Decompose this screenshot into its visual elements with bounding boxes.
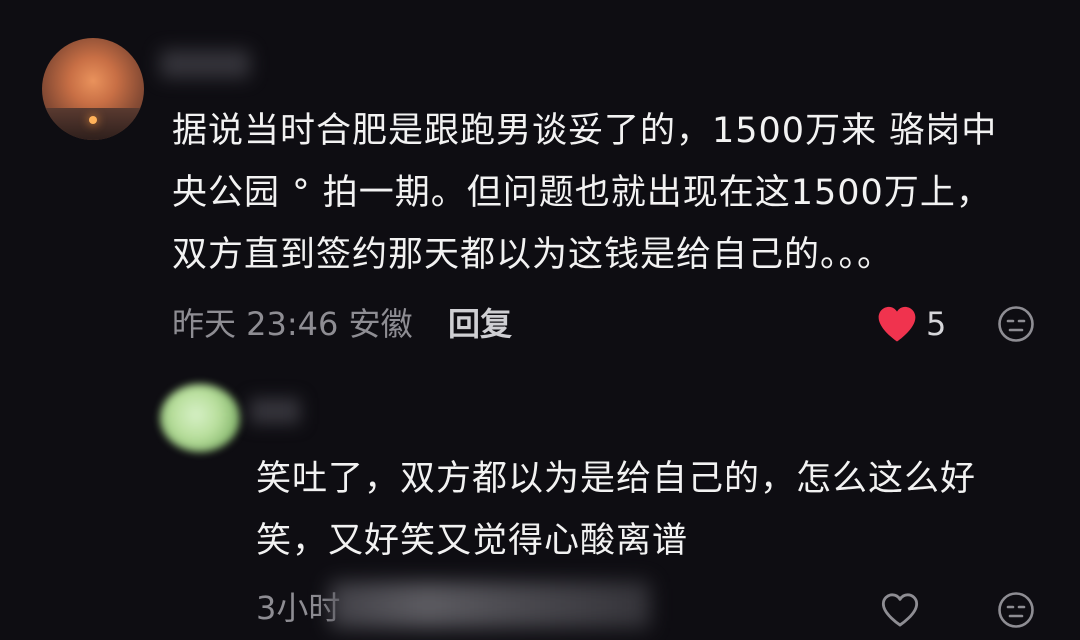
avatar[interactable] [160,384,240,452]
username-blurred[interactable] [160,50,250,78]
username-blurred[interactable] [250,398,300,424]
meta-blurred [330,582,650,628]
comment-text: 据说当时合肥是跟跑男谈妥了的，1500万来 骆岗中 央公园 ° 拍一期。但问题也… [172,111,998,275]
comment-list: 据说当时合肥是跟跑男谈妥了的，1500万来 骆岗中 央公园 ° 拍一期。但问题也… [0,0,1080,640]
comment-meta: 昨天 23:46 安徽 [172,305,413,343]
comment-text: 笑吐了，双方都以为是给自己的，怎么这么好 笑，又好笑又觉得心酸离谱 [256,459,977,561]
avatar-sun [89,116,97,124]
reply-button[interactable]: 回复 [448,304,512,344]
heart-icon[interactable] [876,304,918,344]
dislike-face-icon[interactable] [996,590,1036,630]
heart-outline-icon[interactable] [880,590,920,630]
avatar-horizon [42,108,144,140]
like-count: 5 [926,305,947,343]
dislike-face-icon[interactable] [996,304,1036,344]
avatar[interactable] [42,38,144,140]
